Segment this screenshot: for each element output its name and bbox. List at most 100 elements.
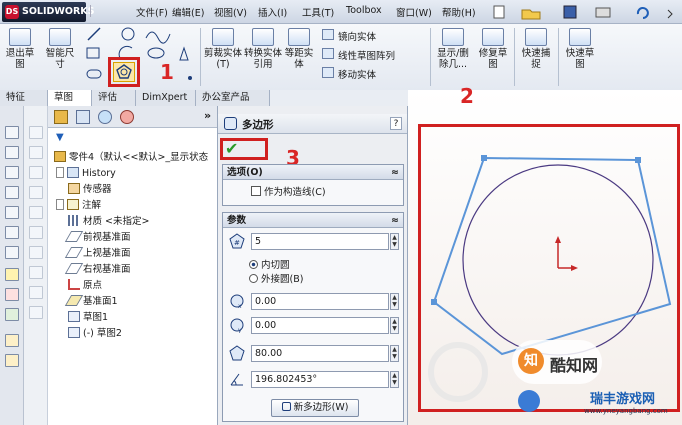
diameter-input[interactable]: 80.00	[251, 345, 389, 362]
view-cube-icon[interactable]	[5, 246, 19, 259]
ok-checkmark-icon[interactable]: ✔	[225, 139, 238, 158]
circumscribed-radio[interactable]	[249, 274, 258, 283]
display-delete-relations-button[interactable]: 显示/删除几...	[434, 28, 472, 70]
menu-help[interactable]: 帮助(H)	[442, 5, 476, 19]
convert-entities-button[interactable]: 转换实体引用	[244, 28, 282, 70]
disabled-tool-icon	[29, 286, 43, 299]
tree-item-sketch1[interactable]: 草图1	[68, 310, 108, 325]
quick-snaps-button[interactable]: 快速捕捉	[518, 28, 554, 70]
mirror-entities-button[interactable]: 镜向实体	[322, 29, 376, 43]
rapid-sketch-button[interactable]: 快速草图	[562, 28, 598, 70]
smart-dimension-button[interactable]: 智能尺寸	[42, 28, 78, 70]
configuration-manager-icon[interactable]	[98, 110, 112, 124]
app-name: SOLIDWORKS	[22, 6, 95, 17]
menu-insert[interactable]: 插入(I)	[258, 5, 287, 19]
menu-toolbox[interactable]: Toolbox	[346, 5, 382, 16]
construction-checkbox-row[interactable]: 作为构造线(C)	[223, 180, 403, 198]
tree-item-top-plane[interactable]: 上视基准面	[64, 246, 131, 261]
new-polygon-button[interactable]: 新多边形(W)	[271, 399, 359, 417]
tree-root-part[interactable]: 零件4（默认<<默认>_显示状态	[54, 150, 208, 165]
menu-window[interactable]: 窗口(W)	[396, 5, 432, 19]
sides-spinner[interactable]: ▲ ▼	[390, 233, 399, 250]
sketch-icon	[68, 311, 80, 322]
tree-item-annotations[interactable]: 注解	[56, 198, 101, 213]
tree-item-plane1[interactable]: 基准面1	[64, 294, 118, 309]
move-entities-button[interactable]: 移动实体	[322, 67, 376, 81]
view-cube-icon[interactable]	[5, 146, 19, 159]
command-tabs: 特征 草图 评估 DimXpert 办公室产品	[0, 90, 270, 106]
menu-tools[interactable]: 工具(T)	[302, 5, 334, 19]
tab-features[interactable]: 特征	[0, 90, 48, 106]
disabled-tool-icon	[29, 206, 43, 219]
layer-tool-icon[interactable]	[5, 354, 19, 367]
tab-evaluate[interactable]: 评估	[92, 90, 136, 106]
graphics-area[interactable]: 2 知 酷知网 瑞丰游戏网 www.yneyangbang.com	[408, 84, 682, 425]
dimension-tool-icon[interactable]	[5, 288, 19, 301]
layer-tool-icon[interactable]	[5, 334, 19, 347]
relation-tool-icon[interactable]	[5, 308, 19, 321]
view-cube-icon[interactable]	[5, 186, 19, 199]
vertex-point[interactable]	[635, 157, 641, 163]
disabled-tool-icon	[29, 226, 43, 239]
help-button[interactable]: ?	[390, 117, 402, 130]
view-cube-icon[interactable]	[5, 126, 19, 139]
tree-item-sensors[interactable]: 传感器	[68, 182, 112, 197]
offset-entities-button[interactable]: 等距实体	[284, 28, 314, 70]
property-manager-icon[interactable]	[76, 110, 90, 124]
tab-sketch[interactable]: 草图	[48, 90, 92, 106]
inscribed-radio-row[interactable]: 内切圆	[249, 257, 290, 271]
repair-sketch-button[interactable]: 修复草图	[476, 28, 510, 70]
ribbon-separator	[200, 28, 201, 86]
menu-file[interactable]: 文件(F)	[136, 5, 168, 19]
trim-entities-button[interactable]: 剪裁实体(T)	[204, 28, 242, 70]
display-manager-icon[interactable]	[120, 110, 134, 124]
construction-checkbox[interactable]	[251, 186, 261, 196]
vertex-point[interactable]	[481, 155, 487, 161]
linear-pattern-button[interactable]: 线性草图阵列	[322, 48, 395, 62]
solidworks-logo[interactable]: DS SOLIDWORKS	[2, 2, 94, 22]
angle-input[interactable]: 196.802453°	[251, 371, 389, 388]
tab-office-products[interactable]: 办公室产品	[196, 90, 270, 106]
view-toolbar	[0, 106, 24, 425]
disabled-tool-icon	[29, 246, 43, 259]
sides-input[interactable]: 5	[251, 233, 389, 250]
diameter-spinner[interactable]: ▲ ▼	[390, 345, 399, 362]
center-x-input[interactable]: 0.00	[251, 293, 389, 310]
command-manager-ribbon: 退出草图 智能尺寸 1 剪裁实体(T) 转换实体引用 等距实体 镜向实体 线性草…	[0, 24, 682, 90]
center-y-input[interactable]: 0.00	[251, 317, 389, 334]
filter-icon[interactable]: ▼	[56, 132, 64, 143]
exit-sketch-button[interactable]: 退出草图	[2, 28, 38, 70]
tab-dimxpert[interactable]: DimXpert	[136, 90, 196, 106]
tree-item-right-plane[interactable]: 右视基准面	[64, 262, 131, 277]
tree-item-front-plane[interactable]: 前视基准面	[64, 230, 131, 245]
vertex-point[interactable]	[431, 299, 437, 305]
center-x-spinner[interactable]: ▲ ▼	[390, 293, 399, 310]
polygon-icon	[224, 117, 237, 130]
angle-spinner[interactable]: ▲ ▼	[390, 371, 399, 388]
inscribed-radio[interactable]	[249, 260, 258, 269]
tree-item-material[interactable]: 材质 <未指定>	[68, 214, 149, 229]
menu-edit[interactable]: 编辑(E)	[172, 5, 204, 19]
center-y-spinner[interactable]: ▲ ▼	[390, 317, 399, 334]
feature-manager-icon[interactable]	[54, 110, 68, 124]
menu-view[interactable]: 视图(V)	[214, 5, 247, 19]
tree-item-origin[interactable]: 原点	[68, 278, 102, 293]
site-watermark: 瑞丰游戏网 www.yneyangbang.com	[516, 386, 680, 424]
circumscribed-radio-row[interactable]: 外接圆(B)	[249, 271, 303, 285]
tree-item-history[interactable]: History	[56, 166, 116, 181]
sketch-icon	[68, 327, 80, 338]
plane-icon	[64, 231, 84, 242]
menu-pin-icon[interactable]	[90, 5, 100, 17]
options-group-header[interactable]: 选项(O) ≈	[223, 165, 403, 180]
view-cube-icon[interactable]	[5, 226, 19, 239]
sketch-tool-icon[interactable]	[5, 268, 19, 281]
view-cube-icon[interactable]	[5, 166, 19, 179]
expand-panel-icon[interactable]: »	[204, 109, 211, 122]
view-cube-icon[interactable]	[5, 206, 19, 219]
tree-item-sketch2[interactable]: (-) 草图2	[68, 326, 122, 341]
disabled-tool-icon	[29, 186, 43, 199]
parameters-group-header[interactable]: 参数 ≈	[223, 213, 403, 228]
watermark-badge: 知 酷知网	[512, 340, 602, 384]
expand-icon	[56, 199, 64, 210]
quick-access-toolbar	[493, 5, 673, 20]
